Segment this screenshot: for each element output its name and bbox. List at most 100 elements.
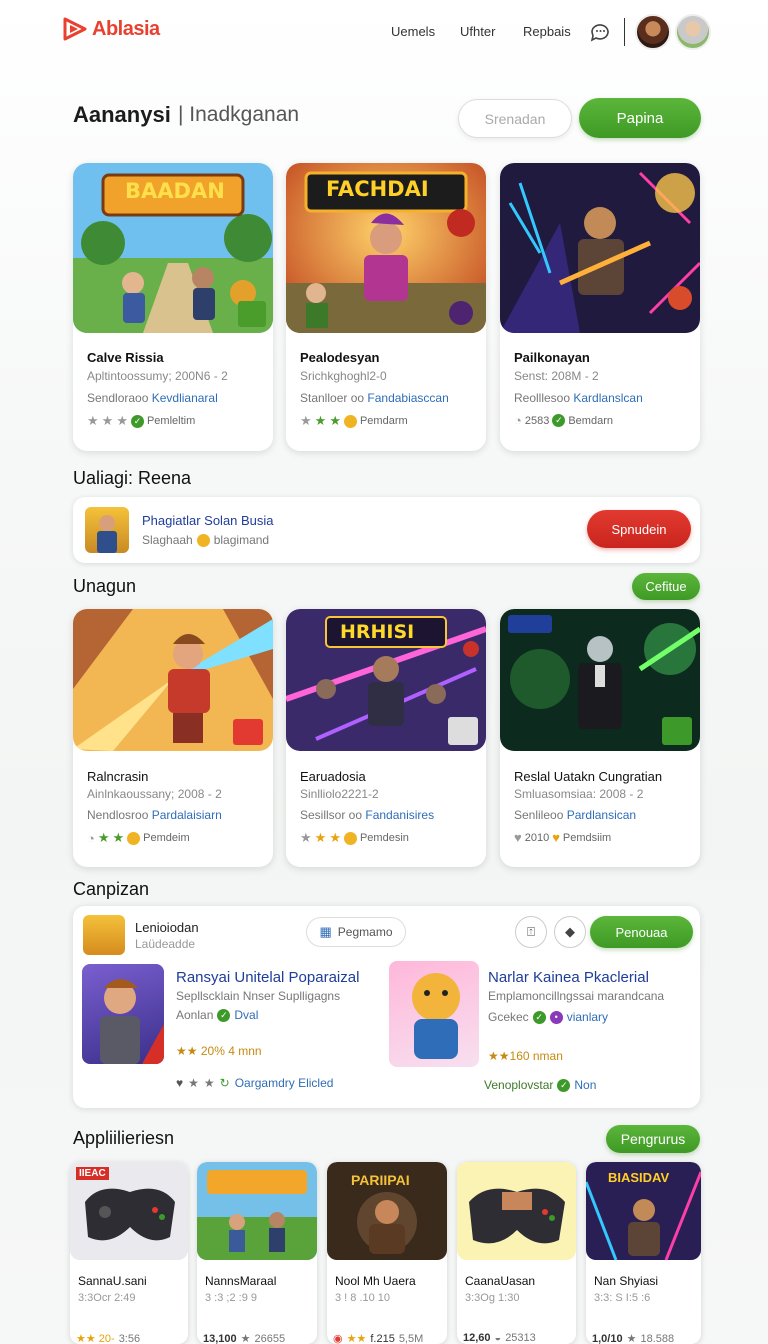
star-icon: ★ (300, 413, 312, 428)
section-action-button[interactable]: Pengrurus (606, 1125, 700, 1153)
promo-thumbnail (85, 507, 129, 553)
publisher-link[interactable]: Kevdlianaral (152, 391, 218, 405)
card-title: Pealodesyan (300, 350, 380, 365)
tile-title: NannsMaraal (205, 1274, 277, 1288)
tile-stats: ◉ ★★ f.215 5,5M (333, 1332, 424, 1344)
card-rating: ◔ 2583 ✓ Bemdarn (514, 413, 613, 428)
game-artwork (73, 609, 273, 751)
tile-artwork: IIEAC (70, 1162, 188, 1260)
primary-button[interactable]: Papina (579, 98, 701, 138)
app-tile[interactable]: BIASIDAV Nan Shyiasi 3:3: S I:5 :6 1,0/1… (586, 1162, 701, 1344)
star-icon: ★ (314, 830, 327, 845)
item-artwork (389, 961, 479, 1067)
nav-item-1[interactable]: Uemels (391, 24, 435, 39)
emoji-icon (343, 831, 357, 845)
bookmark-button[interactable]: ⍐ (515, 916, 547, 948)
star-icon: ★ (188, 1076, 199, 1090)
publisher-link[interactable]: Pardlansican (567, 808, 636, 822)
check-icon: ✓ (130, 414, 144, 428)
tile-title: Nan Shyiasi (594, 1274, 659, 1288)
user-avatar[interactable] (635, 14, 671, 50)
clock-icon: ◔ (514, 413, 522, 428)
card-rating: ★ ★ ★ Pemdesin (300, 830, 409, 845)
refresh-icon: ↻ (219, 1076, 230, 1090)
panel-subtitle: Laüdeadde (135, 937, 196, 951)
app-tile[interactable]: CaanaUasan 3:3Og 1:30 12,60 ◒ 25313 (457, 1162, 576, 1344)
card-subtitle: Srichkghoghl2-0 (300, 369, 387, 383)
game-card[interactable]: BAADAN Calve Rissia Apltintoossumy; 200N… (73, 163, 273, 451)
game-banner-text: BAADAN (125, 179, 225, 203)
tile-subtitle: 3:3Og 1:30 (465, 1292, 520, 1304)
card-publisher: Stanlloer oo Fandabiasccan (300, 391, 449, 405)
tile-stats: 1,0/10 ★ 18.588 (592, 1332, 675, 1344)
app-tile[interactable]: IIEAC SannaU.sani 3:3Ocr 2:49 ★★ 20- 3:56 (70, 1162, 188, 1344)
featured-panel: Lenioiodan Laüdeadde ▦ Pegmamo ⍐ ◆ Penoua… (73, 906, 700, 1108)
card-rating: ★ ★ ★ Pemdarm (300, 413, 408, 428)
item-title[interactable]: Ransyai Unitelal Poparaizal (176, 969, 359, 986)
clock-icon: ◔ (87, 830, 95, 846)
item-meta: Gcekec ✓ • vianlary (488, 1010, 609, 1024)
chat-icon[interactable] (588, 20, 612, 44)
card-publisher: Senlileoo Pardlansican (514, 808, 637, 822)
card-title: Ralncrasin (87, 769, 149, 784)
publisher-link[interactable]: Fandabiasccan (367, 391, 448, 405)
star-icon: ★ (101, 413, 114, 428)
publisher-link[interactable]: Pardalaisiarn (152, 808, 222, 822)
game-card[interactable]: HRHISI Earuadosia Sinlliolo2221-2 Sesill… (286, 609, 486, 867)
grid-icon: ▦ (319, 924, 332, 939)
game-card[interactable]: Pailkonayan Senst: 208M - 2 Reolllesoo K… (500, 163, 700, 451)
section-title: Canpizan (73, 879, 150, 899)
shield-button[interactable]: ◆ (554, 916, 586, 948)
item-title[interactable]: Narlar Kainea Pkaclerial (488, 969, 649, 986)
publisher-link[interactable]: Kardlanslcan (573, 391, 642, 405)
promo-title: Phagiatlar Solan Busia (142, 513, 274, 528)
tile-artwork: PARIIPAI (327, 1162, 447, 1260)
promo-meta: Slaghaah blagimand (142, 533, 270, 547)
play-logo-icon (63, 17, 87, 41)
game-card[interactable]: Reslal Uatakn Cungratian Smluasomsiaa: 2… (500, 609, 700, 867)
item-price: ★★ 20% 4 mnn (176, 1044, 262, 1058)
tile-stats: ★★ 20- 3:56 (76, 1332, 141, 1344)
tile-subtitle: 3:3Ocr 2:49 (78, 1292, 136, 1304)
check-icon: ✓ (217, 1008, 231, 1022)
section-title: Appliilieriesn (73, 1128, 175, 1148)
item-subtitle: Sepllscklain Nnser Suplligagns (176, 989, 341, 1003)
secondary-button[interactable]: Srenadan (458, 99, 572, 138)
game-card[interactable]: Ralncrasin Ainlnkaoussany; 2008 - 2 Nend… (73, 609, 273, 867)
heart-icon: ♥ (176, 1076, 184, 1090)
app-tile[interactable]: PARIIPAI Nool Mh Uaera 3 ! 8 .10 10 ◉ ★★ f… (327, 1162, 447, 1344)
card-rating: ★ ★ ★ ✓ Pemleltim (87, 413, 196, 428)
header-divider (624, 18, 625, 46)
card-subtitle: Smluasomsiaa: 2008 - 2 (514, 787, 644, 801)
tile-title: SannaU.sani (78, 1274, 147, 1288)
card-subtitle: Ainlnkaoussany; 2008 - 2 (87, 787, 222, 801)
card-title: Reslal Uatakn Cungratian (514, 769, 663, 784)
tile-badge: PARIIPAI (351, 1172, 410, 1188)
badge-icon: • (549, 1010, 563, 1024)
promo-banner[interactable]: Phagiatlar Solan Busia Slaghaah blagimand… (73, 497, 700, 563)
item-footer: ♥ ★ ★ ↻ Oargamdry Elicled (176, 1076, 334, 1090)
star-icon: ★ (300, 830, 312, 845)
check-icon: ✓ (532, 1010, 546, 1024)
game-artwork: BAADAN (73, 163, 273, 333)
app-logo[interactable]: Ablasia (62, 16, 160, 42)
section-action-button[interactable]: Cefitue (632, 573, 700, 600)
app-tile[interactable]: NannsMaraal 3 :3 ;2 :9 9 13,100 ★ 26655 (197, 1162, 317, 1344)
game-card[interactable]: FACHDAI Pealodesyan Srichkghoghl2-0 Stan… (286, 163, 486, 451)
filter-chip[interactable]: ▦ Pegmamo (306, 917, 406, 947)
logo-text: Ablasia (92, 17, 160, 40)
check-icon: ✓ (552, 414, 566, 427)
game-artwork: HRHISI (286, 609, 486, 751)
game-artwork (500, 609, 700, 751)
tile-badge: IIEAC (76, 1167, 109, 1180)
tile-subtitle: 3:3: S I:5 :6 (594, 1292, 651, 1304)
emoji-icon (343, 414, 357, 428)
panel-action-button[interactable]: Penouaa (590, 916, 693, 948)
emoji-icon (196, 533, 210, 547)
nav-item-2[interactable]: Ufhter (460, 24, 495, 39)
publisher-link[interactable]: Fandanisires (365, 808, 434, 822)
promo-button[interactable]: Spnudein (587, 510, 691, 548)
profile-avatar[interactable] (675, 14, 711, 50)
nav-item-3[interactable]: Repbais (523, 24, 571, 39)
item-artwork (82, 964, 164, 1064)
